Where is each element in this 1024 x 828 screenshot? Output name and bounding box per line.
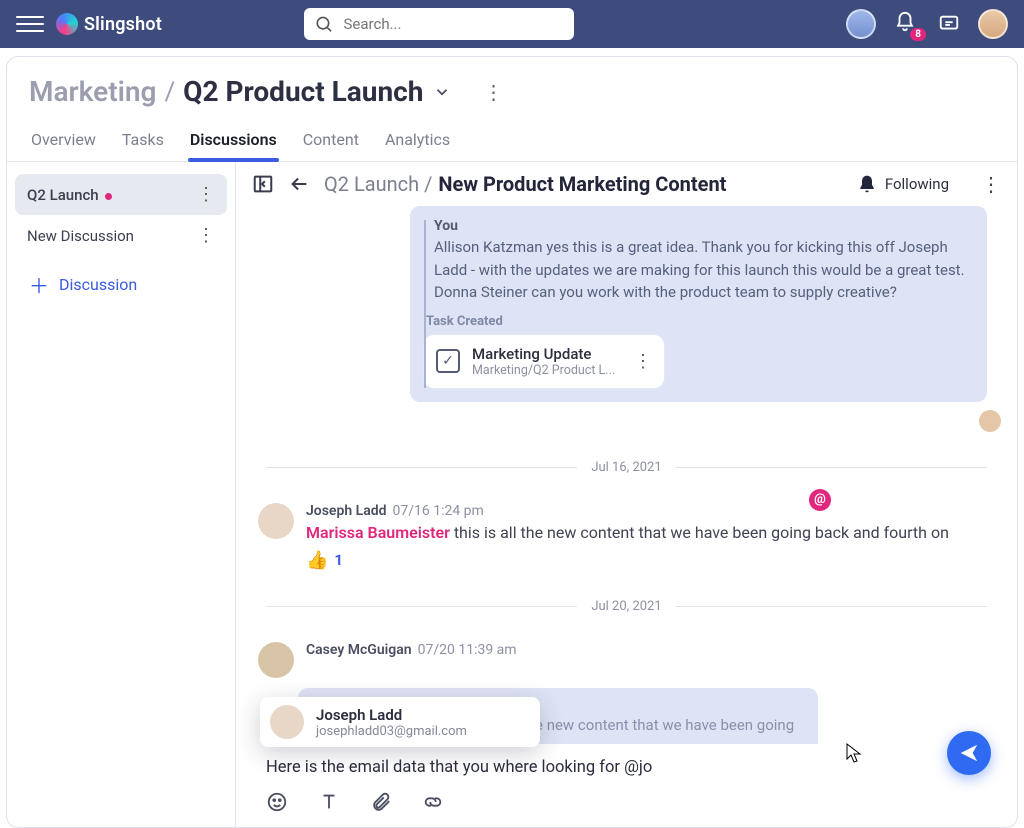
breadcrumb-root[interactable]: Marketing <box>29 75 156 108</box>
mention-email: josephladd03@gmail.com <box>316 724 467 739</box>
breadcrumb: Marketing / Q2 Product Launch ⋮ <box>7 57 1017 114</box>
sidebar-item-q2-launch[interactable]: Q2 Launch ⋮ <box>15 174 227 215</box>
plus-icon: ＋ <box>29 270 49 299</box>
chevron-down-icon[interactable] <box>433 83 451 101</box>
brand[interactable]: Slingshot <box>56 13 162 35</box>
task-card-marketing-update[interactable]: ✓ Marketing Update Marketing/Q2 Product … <box>424 335 664 388</box>
message-joseph: Joseph Ladd 07/16 1:24 pm Marissa Baumeis… <box>250 503 1003 571</box>
quote-author: You <box>434 218 973 234</box>
sidebar-item-label: Q2 Launch <box>27 186 99 204</box>
secondary-avatar[interactable] <box>846 9 876 39</box>
sidebar-item-menu[interactable]: ⋮ <box>197 225 215 246</box>
quoted-message: You Allison Katzman yes this is a great … <box>410 206 987 402</box>
date-divider: Jul 16, 2021 <box>266 460 987 475</box>
search-input[interactable] <box>342 14 564 34</box>
tab-tasks[interactable]: Tasks <box>122 126 164 161</box>
tabs: Overview Tasks Discussions Content Analy… <box>7 114 1017 162</box>
thread-content: Q2 Launch / New Product Marketing Conten… <box>235 162 1017 827</box>
collapse-panel-icon[interactable] <box>252 173 274 195</box>
notifications-button[interactable]: 8 <box>894 11 920 37</box>
brand-logo-icon <box>56 13 78 35</box>
text-format-icon[interactable] <box>318 791 340 813</box>
task-title: Marketing Update <box>472 345 615 363</box>
chat-icon[interactable] <box>938 13 960 35</box>
user-avatar[interactable] <box>978 9 1008 39</box>
link-icon[interactable] <box>422 791 444 813</box>
follow-button[interactable]: Following <box>857 174 949 194</box>
search-icon <box>314 13 334 35</box>
send-button[interactable] <box>947 731 991 775</box>
sidebar-item-menu[interactable]: ⋮ <box>197 184 215 205</box>
mention-name: Joseph Ladd <box>316 706 467 724</box>
avatar[interactable] <box>258 642 294 678</box>
sidebar-item-new-discussion[interactable]: New Discussion ⋮ <box>15 215 227 256</box>
message-author[interactable]: Casey McGuigan <box>306 642 412 658</box>
breadcrumb-leaf[interactable]: Q2 Product Launch <box>183 75 423 108</box>
mention-suggestion[interactable]: Joseph Ladd josephladd03@gmail.com <box>260 697 540 747</box>
message-text: Marissa Baumeister this is all the new c… <box>306 523 995 542</box>
message-composer: Joseph Ladd josephladd03@gmail.com Here … <box>236 744 1017 827</box>
brand-name: Slingshot <box>84 14 162 35</box>
back-arrow-icon[interactable] <box>288 173 310 195</box>
notification-badge: 8 <box>910 28 926 41</box>
tab-overview[interactable]: Overview <box>31 126 96 161</box>
task-menu[interactable]: ⋮ <box>634 351 652 372</box>
task-subtitle: Marketing/Q2 Product L... <box>472 363 615 378</box>
mention-flag-icon: @ <box>809 489 831 511</box>
unread-dot-icon <box>105 193 112 200</box>
send-icon <box>958 742 980 764</box>
follow-label: Following <box>885 175 949 193</box>
task-created-label: Task Created <box>426 314 973 329</box>
topbar: Slingshot 8 <box>0 0 1024 48</box>
message-timestamp: 07/16 1:24 pm <box>392 503 483 519</box>
tab-discussions[interactable]: Discussions <box>190 126 277 161</box>
bell-filled-icon <box>857 174 877 194</box>
thread-more-menu[interactable]: ⋮ <box>981 172 1001 196</box>
hamburger-menu[interactable] <box>16 10 44 38</box>
emoji-icon[interactable] <box>266 791 288 813</box>
reaction-count: 1 <box>334 551 343 569</box>
avatar[interactable] <box>258 503 294 539</box>
attachment-icon[interactable] <box>370 791 392 813</box>
message-author-avatar[interactable] <box>979 410 1001 432</box>
breadcrumb-sep: / <box>164 77 175 107</box>
search-field[interactable] <box>304 8 574 40</box>
project-more-menu[interactable]: ⋮ <box>483 80 504 104</box>
messages-scroll[interactable]: You Allison Katzman yes this is a great … <box>236 206 1017 744</box>
reactions[interactable]: 👍1 <box>306 550 995 571</box>
thread-root[interactable]: Q2 Launch / <box>324 172 432 196</box>
message-timestamp: 07/20 11:39 am <box>418 642 517 658</box>
thread-title: New Product Marketing Content <box>438 172 726 196</box>
tab-analytics[interactable]: Analytics <box>385 126 450 161</box>
thread-header: Q2 Launch / New Product Marketing Conten… <box>236 162 1017 206</box>
message-author[interactable]: Joseph Ladd <box>306 503 386 519</box>
sidebar-item-label: New Discussion <box>27 227 134 245</box>
mention-avatar <box>270 705 304 739</box>
thumbs-up-icon: 👍 <box>306 550 328 571</box>
add-discussion-label: Discussion <box>59 275 137 294</box>
mention[interactable]: Marissa Baumeister <box>306 523 450 542</box>
message-casey: Casey McGuigan 07/20 11:39 am <box>250 642 1003 678</box>
tab-content[interactable]: Content <box>303 126 359 161</box>
compose-input[interactable]: Here is the email data that you where lo… <box>266 754 999 791</box>
quote-body: Allison Katzman yes this is a great idea… <box>434 236 973 304</box>
date-divider: Jul 20, 2021 <box>266 599 987 614</box>
add-discussion-button[interactable]: ＋ Discussion <box>15 256 227 313</box>
task-checkbox-icon: ✓ <box>436 349 460 373</box>
discussion-sidebar: Q2 Launch ⋮ New Discussion ⋮ ＋ Discussio… <box>7 162 235 827</box>
